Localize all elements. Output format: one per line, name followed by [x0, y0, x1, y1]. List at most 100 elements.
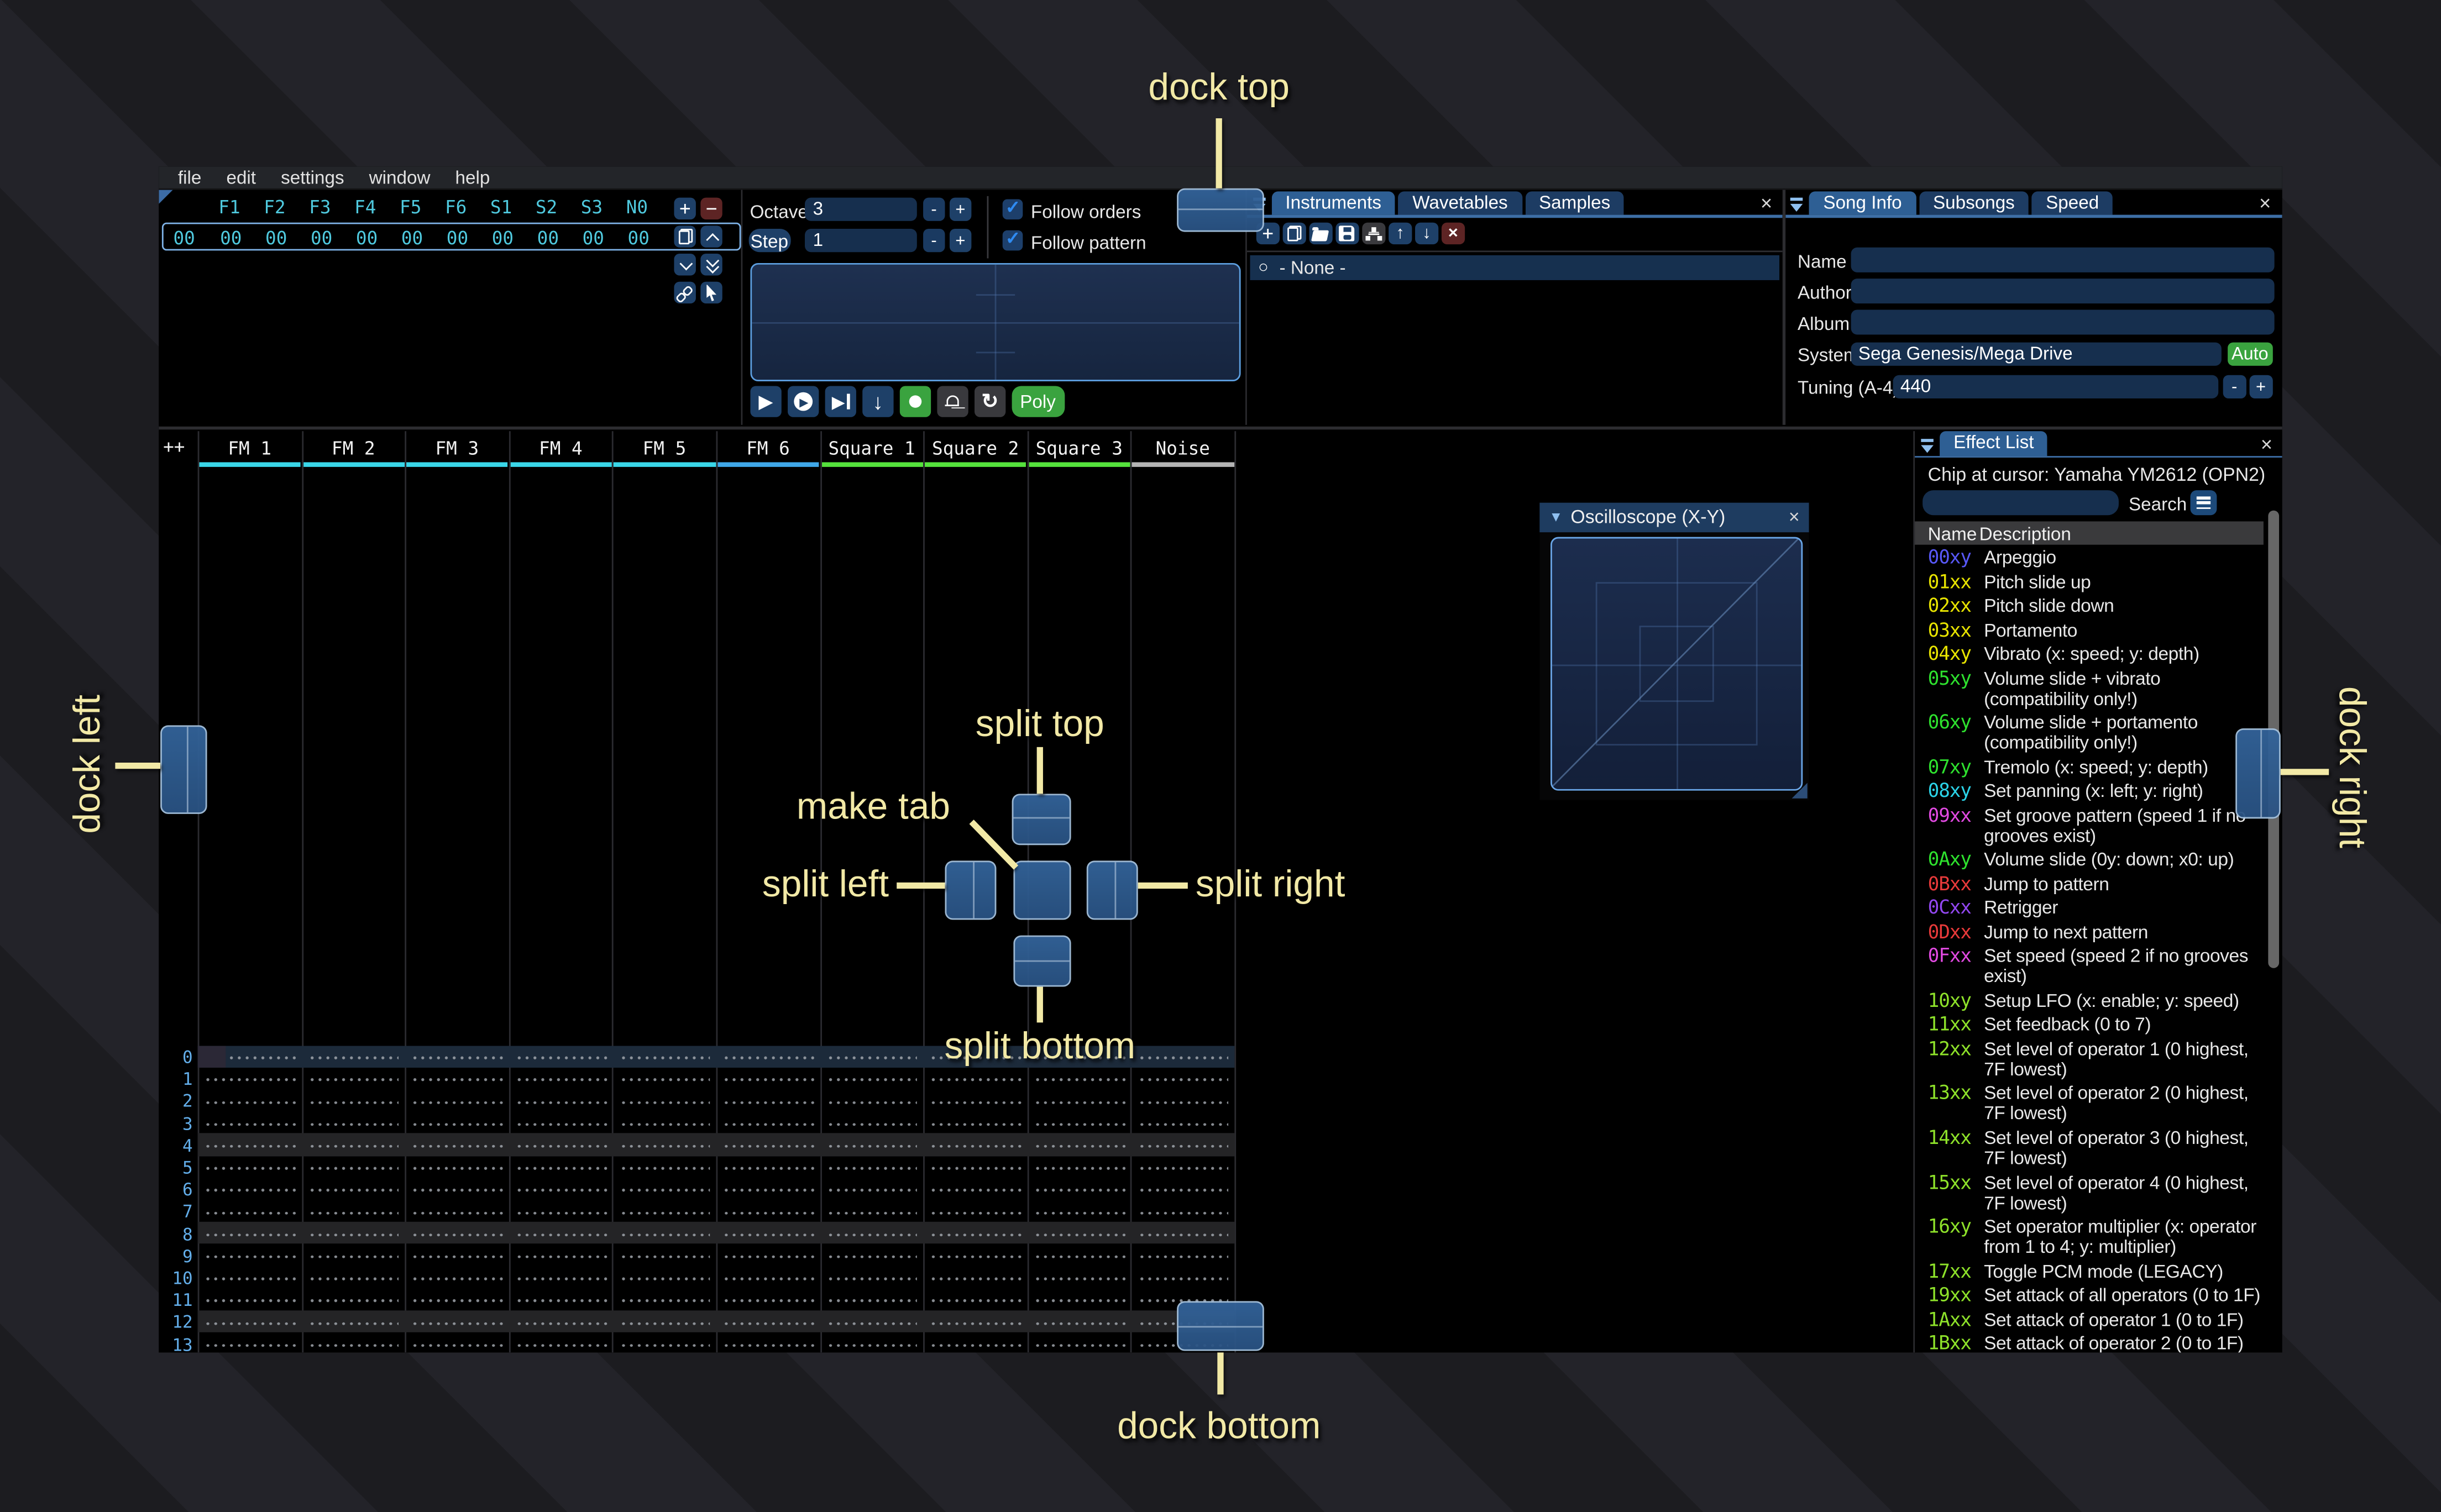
step-row-button[interactable]: ↓	[862, 386, 894, 418]
order-cell[interactable]: 00	[344, 227, 390, 249]
step-input[interactable]: 1	[805, 229, 918, 253]
close-icon[interactable]: ×	[2259, 193, 2271, 213]
effect-row[interactable]: 0Bxx Jump to pattern	[1928, 873, 2264, 897]
album-input[interactable]	[1850, 310, 2274, 335]
channel-header-1[interactable]: FM 1	[198, 437, 302, 459]
menu-item-help[interactable]: help	[443, 167, 502, 188]
octave-input[interactable]: 3	[805, 198, 918, 222]
name-input[interactable]	[1850, 248, 2274, 272]
order-cell[interactable]: 00	[390, 227, 435, 249]
order-add-button[interactable]: +	[673, 197, 696, 220]
tab-subsongs[interactable]: Subsongs	[1919, 191, 2029, 216]
effect-table-header[interactable]: Name Description	[1915, 521, 2264, 545]
metronome-button[interactable]	[936, 386, 969, 418]
tab-instruments[interactable]: Instruments	[1271, 191, 1396, 216]
panel-separator[interactable]	[159, 427, 2282, 429]
close-icon[interactable]: ×	[2261, 434, 2272, 454]
effect-row[interactable]: 17xx Toggle PCM mode (LEGACY)	[1928, 1260, 2264, 1284]
tuning-input[interactable]: 440	[1892, 375, 2218, 400]
dock-target-split-bottom[interactable]	[1013, 935, 1071, 986]
channel-header-7[interactable]: Square 1	[820, 437, 924, 459]
effect-row[interactable]: 19xx Set attack of all operators (0 to 1F…	[1928, 1284, 2264, 1308]
channel-header-3[interactable]: FM 3	[405, 437, 509, 459]
dock-target-dock-right[interactable]	[2235, 727, 2281, 818]
step-button[interactable]: Step	[748, 229, 790, 253]
tab-speed[interactable]: Speed	[2031, 191, 2113, 216]
effect-row[interactable]: 11xx Set feedback (0 to 7)	[1928, 1014, 2264, 1038]
collapse-tab-bar-icon[interactable]	[1788, 195, 1806, 216]
follow-pattern-label[interactable]: Follow pattern	[1031, 232, 1146, 253]
instrument-list-item[interactable]: ○ - None -	[1250, 256, 1780, 280]
effect-row[interactable]: 03xx Portamento	[1928, 619, 2264, 643]
close-icon[interactable]: ×	[1761, 193, 1772, 213]
effect-row[interactable]: 01xx Pitch slide up	[1928, 571, 2264, 595]
close-icon[interactable]: ×	[1789, 506, 1800, 528]
effect-row[interactable]: 13xx Set level of operator 2 (0 highest, …	[1928, 1082, 2264, 1126]
effect-row[interactable]: 0Axy Volume slide (0y: down; x0: up)	[1928, 849, 2264, 873]
menu-item-settings[interactable]: settings	[269, 167, 357, 188]
order-cell[interactable]: 00	[299, 227, 344, 249]
order-change-all-button[interactable]	[673, 281, 696, 304]
dock-target-dock-top[interactable]	[1177, 187, 1265, 232]
effect-row[interactable]: 16xy Set operator multiplier (x: operator…	[1928, 1215, 2264, 1259]
order-cell[interactable]: 00	[525, 227, 570, 249]
order-cell[interactable]: 00	[434, 227, 480, 249]
instrument-folders-toggle[interactable]	[1362, 222, 1385, 245]
order-remove-button[interactable]: −	[700, 197, 723, 220]
oscilloscope-title-bar[interactable]: ▼ Oscilloscope (X-Y) ×	[1539, 502, 1809, 532]
tab-song-info[interactable]: Song Info	[1809, 191, 1916, 216]
instrument-move-up-button[interactable]: ↑	[1389, 222, 1412, 245]
instrument-save-button[interactable]	[1335, 222, 1359, 245]
dock-target-split-right[interactable]	[1087, 860, 1139, 920]
dock-target-split-top[interactable]	[1012, 792, 1071, 844]
effect-row[interactable]: 0Cxx Retrigger	[1928, 897, 2264, 921]
order-cell[interactable]: 00	[208, 227, 254, 249]
order-edit-mode-button[interactable]	[700, 281, 723, 304]
tuning-plus-button[interactable]: +	[2249, 375, 2273, 400]
step-minus-button[interactable]: -	[923, 229, 946, 253]
order-duplicate-end-button[interactable]	[700, 253, 723, 276]
effect-row[interactable]: 04xy Vibrato (x: speed; y: depth)	[1928, 643, 2264, 668]
pattern-corner-button[interactable]: ++	[163, 436, 185, 458]
instrument-duplicate-button[interactable]	[1283, 222, 1306, 245]
follow-orders-checkbox[interactable]: ✓	[1003, 200, 1023, 221]
repeat-pattern-button[interactable]: ↻	[974, 386, 1006, 418]
tab-samples[interactable]: Samples	[1525, 191, 1625, 216]
auto-system-button[interactable]: Auto	[2227, 342, 2273, 367]
tab-effect-list[interactable]: Effect List	[1939, 432, 2048, 456]
order-duplicate-button[interactable]	[673, 225, 696, 248]
effect-row[interactable]: 15xx Set level of operator 4 (0 highest, …	[1928, 1171, 2264, 1215]
poly-toggle-button[interactable]: Poly	[1011, 386, 1065, 418]
collapse-tab-bar-icon[interactable]	[1918, 435, 1936, 456]
author-input[interactable]	[1850, 279, 2274, 304]
pattern-cursor[interactable]	[197, 1045, 226, 1068]
menu-item-edit[interactable]: edit	[214, 167, 269, 188]
order-move-up-button[interactable]	[700, 225, 723, 248]
stop-button[interactable]	[899, 386, 931, 418]
effect-row[interactable]: 12xx Set level of operator 1 (0 highest, …	[1928, 1037, 2264, 1082]
dock-target-split-left[interactable]	[945, 860, 997, 920]
follow-pattern-checkbox[interactable]: ✓	[1003, 231, 1023, 251]
order-cell[interactable]: 00	[480, 227, 525, 249]
dock-target-dock-left[interactable]	[160, 725, 208, 813]
menu-item-window[interactable]: window	[357, 167, 443, 188]
effect-search-input[interactable]	[1923, 490, 2120, 515]
order-cell[interactable]: 00	[616, 227, 661, 249]
system-input[interactable]: Sega Genesis/Mega Drive	[1850, 342, 2222, 367]
effect-row[interactable]: 08xy Set panning (x: left; y: right)	[1928, 780, 2264, 805]
effect-row[interactable]: 14xx Set level of operator 3 (0 highest, …	[1928, 1126, 2264, 1170]
menu-item-file[interactable]: file	[165, 167, 214, 188]
effect-row[interactable]: 05xy Volume slide + vibrato (compatibilit…	[1928, 667, 2264, 711]
collapse-triangle-icon[interactable]: ▼	[1549, 510, 1563, 525]
resize-grip[interactable]	[1792, 783, 1808, 799]
panel-corner-notch[interactable]	[159, 190, 174, 204]
effect-row[interactable]: 09xx Set groove pattern (speed 1 if no gr…	[1928, 804, 2264, 848]
channel-header-8[interactable]: Square 2	[924, 437, 1028, 459]
effect-row[interactable]: 07xy Tremolo (x: speed; y: depth)	[1928, 756, 2264, 780]
instrument-open-button[interactable]	[1309, 222, 1332, 245]
instrument-delete-button[interactable]: ×	[1442, 222, 1465, 245]
channel-header-2[interactable]: FM 2	[301, 437, 405, 459]
channel-header-4[interactable]: FM 4	[509, 437, 613, 459]
dock-target-make-tab[interactable]	[1013, 860, 1071, 920]
channel-header-10[interactable]: Noise	[1131, 437, 1235, 459]
